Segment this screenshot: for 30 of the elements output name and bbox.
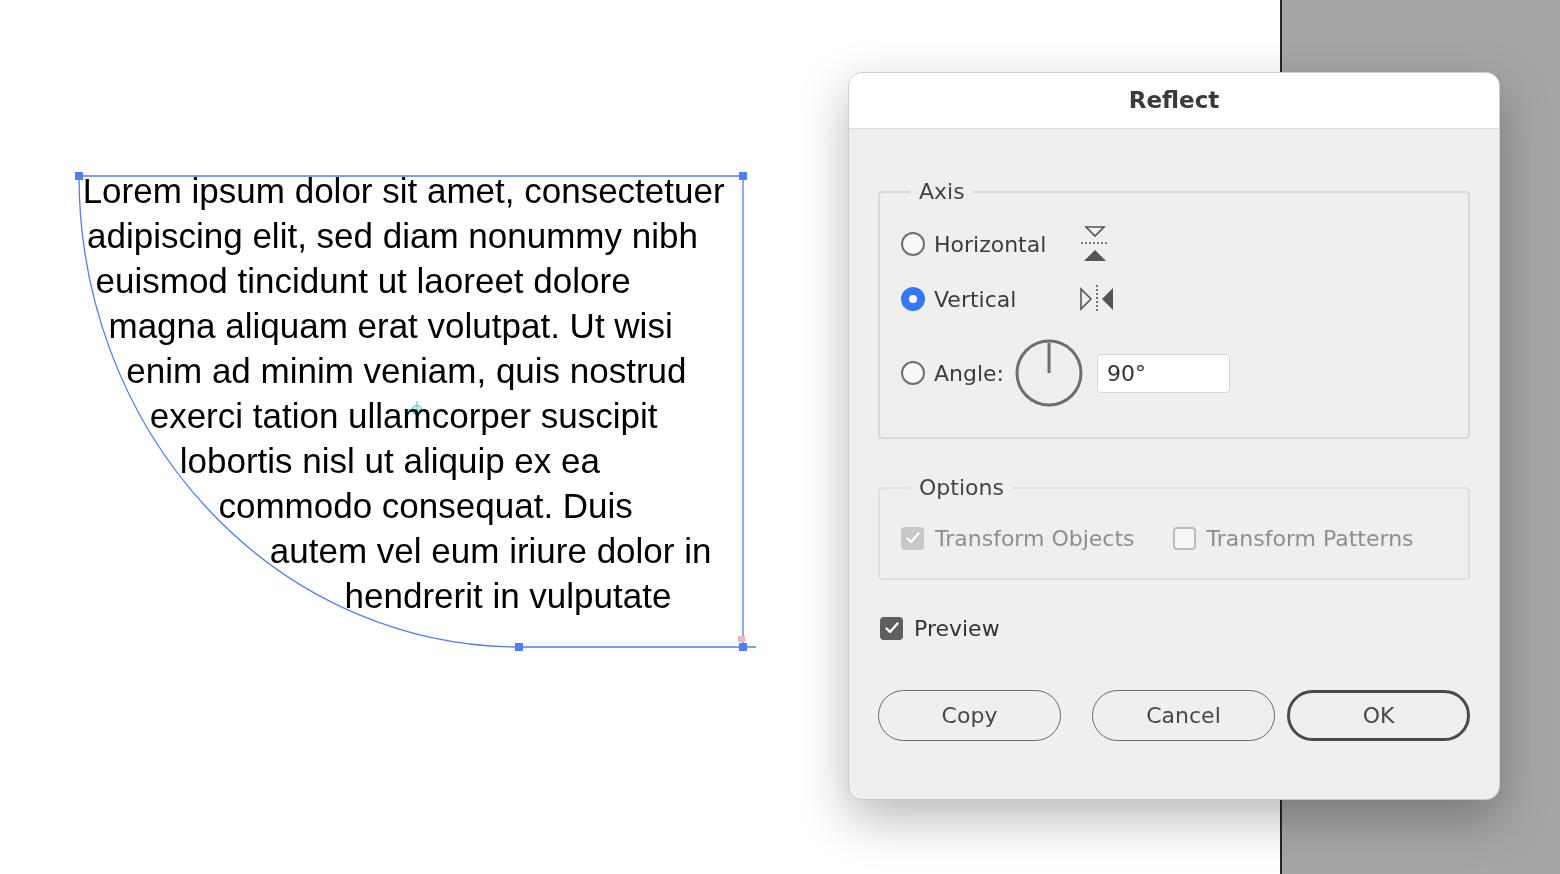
text-line: euismod tincidunt ut laoreet dolore (95, 262, 631, 300)
dialog-button[interactable]: OK (1287, 690, 1470, 741)
text-line: autem vel eum iriure dolor in (269, 532, 712, 570)
dialog-button[interactable]: Cancel (1092, 690, 1275, 741)
text-line: hendrerit in vulputate (344, 577, 672, 615)
flip-vertical-axis-icon (1080, 284, 1114, 314)
text-line: magna aliquam erat volutpat. Ut wisi (108, 307, 673, 345)
text-line: commodo consequat. Duis (218, 487, 633, 525)
radio-button[interactable] (901, 361, 925, 385)
flip-horizontal-axis-icon (1080, 226, 1110, 262)
text-line: exerci tation ullamcorper suscipit (149, 397, 658, 435)
dialog-title: Reflect (1128, 86, 1220, 116)
checkbox-label[interactable]: Preview (914, 611, 1000, 645)
text-line: adipiscing elit, sed diam nonummy nibh (87, 217, 698, 255)
radio-button[interactable] (901, 287, 925, 311)
angle-input[interactable]: 90° (1097, 353, 1231, 393)
text-line: lobortis nisl ut aliquip ex ea (179, 442, 600, 480)
checkmark-icon (884, 622, 899, 634)
text-line: Lorem ipsum dolor sit amet, consectetuer (82, 172, 725, 210)
text-line: enim ad minim veniam, quis nostrud (126, 352, 687, 390)
dialog-button[interactable]: Copy (878, 690, 1061, 741)
group-label: Axis (918, 178, 966, 206)
radio-label[interactable]: Vertical (934, 282, 1080, 316)
group-label: Options (918, 474, 1005, 502)
radio-label[interactable]: Angle: (934, 356, 1005, 390)
radio-button[interactable] (901, 232, 925, 256)
radio-label[interactable]: Horizontal (934, 227, 1080, 261)
checkmark-icon (905, 532, 920, 544)
checkbox[interactable] (880, 616, 903, 640)
angle-dial-icon[interactable] (1015, 339, 1084, 407)
